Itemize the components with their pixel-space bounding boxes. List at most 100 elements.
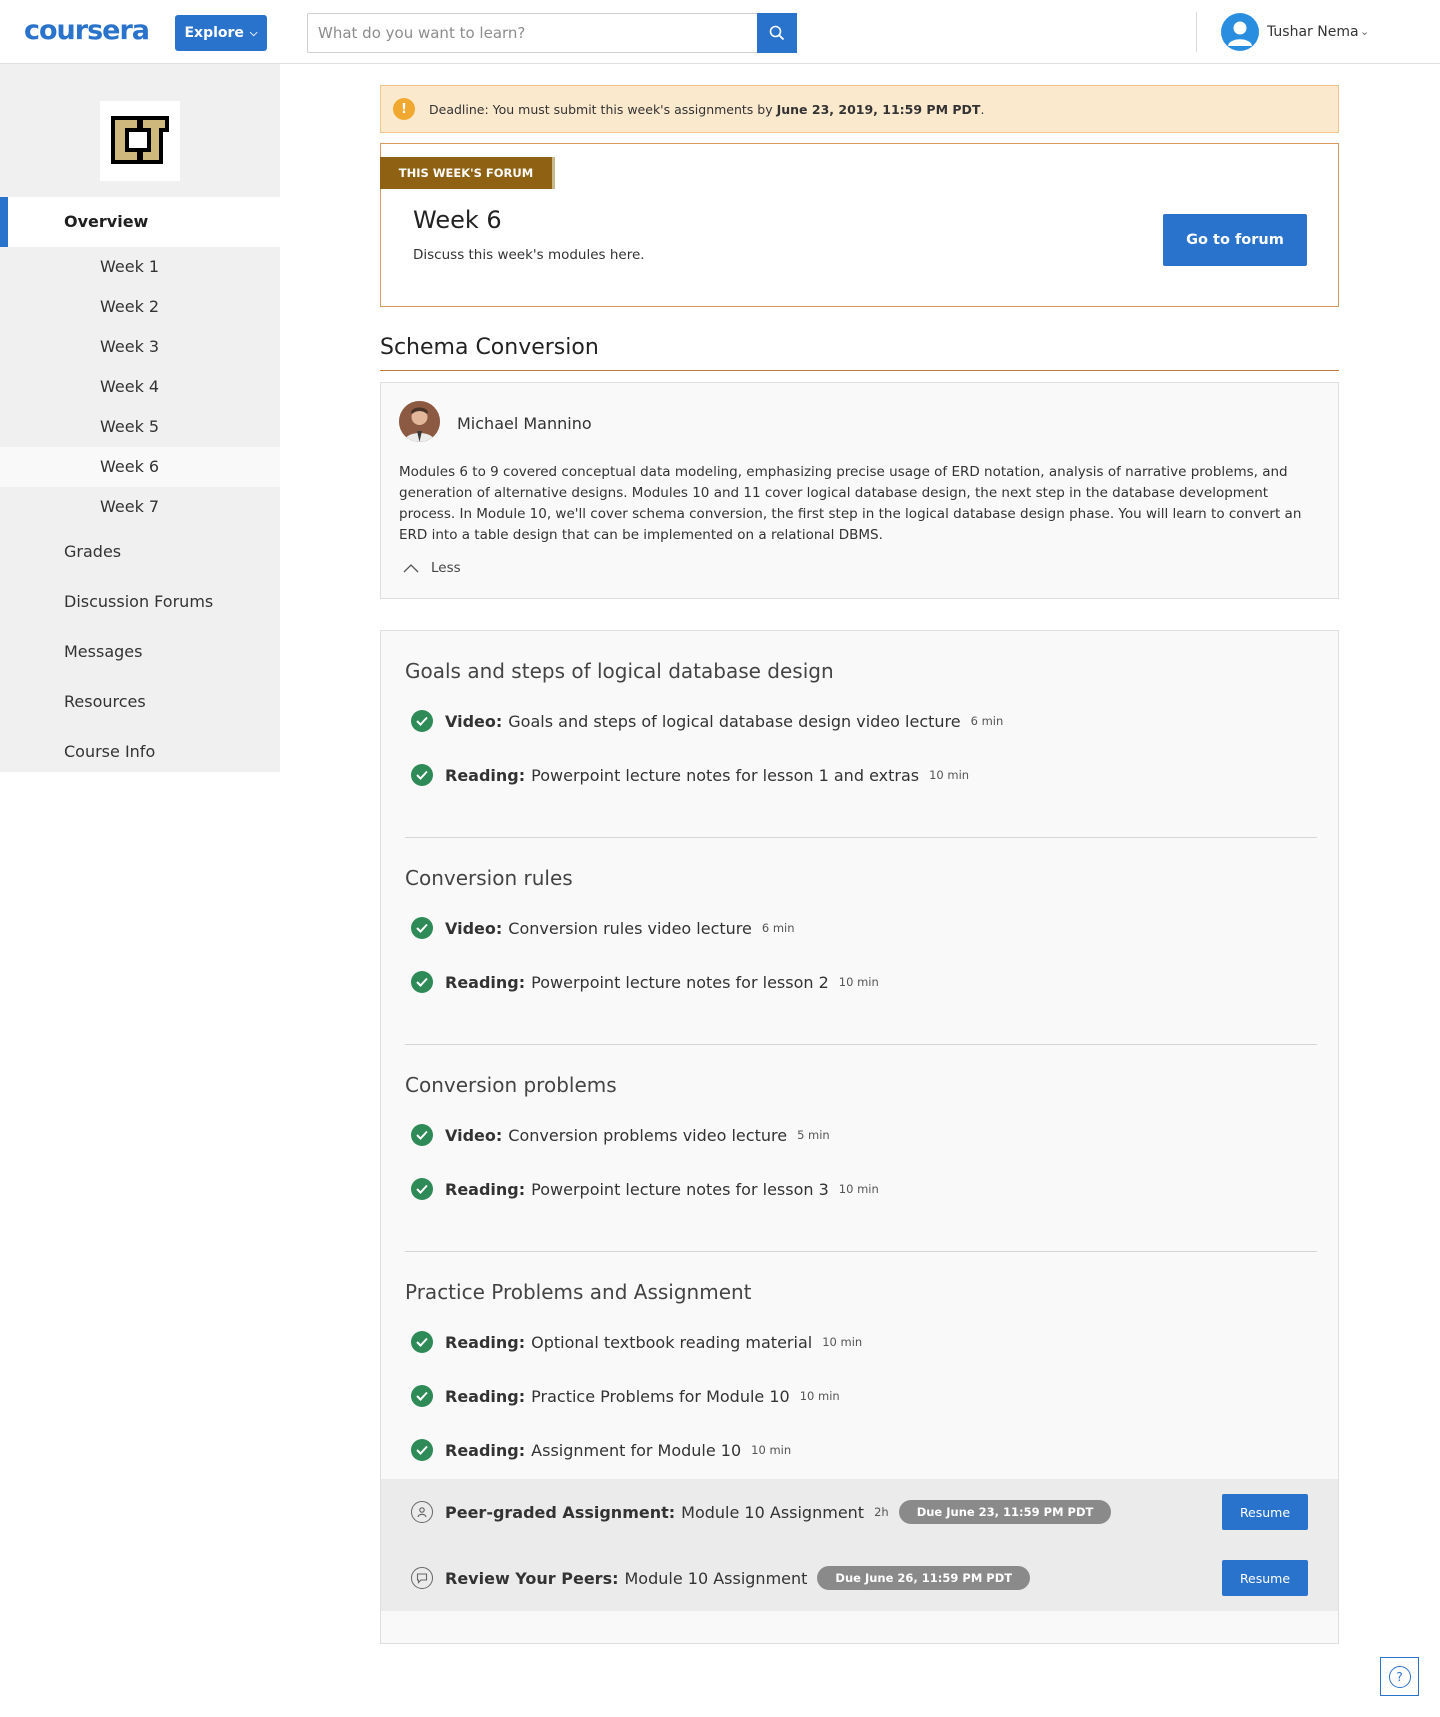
search-bar xyxy=(307,13,797,53)
review-peers-row[interactable]: Review Your Peers: Module 10 Assignment D… xyxy=(381,1545,1338,1611)
completed-check-icon xyxy=(411,971,433,993)
sidebar-item-week-6[interactable]: Week 6 xyxy=(0,447,280,487)
item-type: Reading: xyxy=(445,972,526,992)
peer-graded-assignment-row[interactable]: Peer-graded Assignment: Module 10 Assignm… xyxy=(381,1479,1338,1545)
lesson-item[interactable]: Reading: Powerpoint lecture notes for le… xyxy=(411,763,969,787)
lesson-item[interactable]: Video: Goals and steps of logical databa… xyxy=(411,709,1003,733)
sidebar-item-week-7[interactable]: Week 7 xyxy=(0,487,280,527)
sidebar-item-week-4[interactable]: Week 4 xyxy=(0,367,280,407)
item-duration: 10 min xyxy=(838,975,879,989)
lesson-divider xyxy=(405,1251,1317,1252)
assignment-label[interactable]: Review Your Peers: Module 10 Assignment xyxy=(445,1569,807,1588)
user-avatar[interactable] xyxy=(1221,13,1259,51)
item-type: Reading: xyxy=(445,1386,526,1406)
deadline-text: Deadline: You must submit this week's as… xyxy=(429,102,984,117)
assignment-name: Module 10 Assignment xyxy=(681,1502,865,1522)
help-button[interactable]: ? xyxy=(1380,1657,1419,1696)
coursera-logo[interactable]: coursera xyxy=(24,15,150,46)
module-title: Schema Conversion xyxy=(380,335,599,360)
item-name[interactable]: Conversion problems video lecture xyxy=(508,1126,787,1145)
course-sidebar: Overview Week 1 Week 2 Week 3 Week 4 Wee… xyxy=(0,64,280,772)
deadline-banner: ! Deadline: You must submit this week's … xyxy=(380,85,1339,133)
user-name[interactable]: Tushar Nema xyxy=(1267,24,1359,40)
sidebar-item-week-2[interactable]: Week 2 xyxy=(0,287,280,327)
due-date-badge: Due June 23, 11:59 PM PDT xyxy=(898,1500,1112,1524)
item-name[interactable]: Powerpoint lecture notes for lesson 3 xyxy=(531,1180,829,1199)
instructor-avatar[interactable] xyxy=(399,401,440,442)
sidebar-item-discussion-forums[interactable]: Discussion Forums xyxy=(0,582,280,622)
item-name[interactable]: Practice Problems for Module 10 xyxy=(531,1387,790,1406)
explore-button[interactable]: Explore ⌵ xyxy=(175,15,267,51)
sidebar-item-resources[interactable]: Resources xyxy=(0,682,280,722)
lesson-title: Goals and steps of logical database desi… xyxy=(405,659,834,683)
resume-button[interactable]: Resume xyxy=(1222,1560,1308,1596)
forum-description: Discuss this week's modules here. xyxy=(413,247,645,263)
lesson-divider xyxy=(405,837,1317,838)
forum-ribbon: THIS WEEK'S FORUM xyxy=(380,157,552,189)
sidebar-item-week-5[interactable]: Week 5 xyxy=(0,407,280,447)
lesson-title: Practice Problems and Assignment xyxy=(405,1280,752,1304)
sidebar-item-week-1[interactable]: Week 1 xyxy=(0,247,280,287)
item-duration: 10 min xyxy=(799,1389,840,1403)
item-type: Video: xyxy=(445,918,503,938)
assignment-duration: 2h xyxy=(874,1505,889,1519)
user-menu-chevron-icon[interactable]: ⌄ xyxy=(1360,25,1369,38)
search-button[interactable] xyxy=(757,13,797,53)
lesson-item[interactable]: Reading: Optional textbook reading mater… xyxy=(411,1330,862,1354)
resume-button[interactable]: Resume xyxy=(1222,1494,1308,1530)
item-name[interactable]: Goals and steps of logical database desi… xyxy=(508,712,960,731)
item-type: Reading: xyxy=(445,765,526,785)
weekly-forum-card: THIS WEEK'S FORUM Week 6 Discuss this we… xyxy=(380,143,1339,307)
deadline-date: June 23, 2019, 11:59 PM PDT xyxy=(776,101,981,117)
chevron-down-icon: ⌵ xyxy=(249,27,258,39)
header-divider xyxy=(1196,12,1197,52)
sidebar-item-course-info[interactable]: Course Info xyxy=(0,732,280,772)
user-icon xyxy=(1228,21,1252,46)
sidebar-item-messages[interactable]: Messages xyxy=(0,632,280,672)
completed-check-icon xyxy=(411,1385,433,1407)
lesson-item[interactable]: Reading: Powerpoint lecture notes for le… xyxy=(411,970,879,994)
item-name[interactable]: Assignment for Module 10 xyxy=(531,1441,741,1460)
forum-title: Week 6 xyxy=(413,206,502,234)
top-header: coursera Explore ⌵ Tushar Nema ⌄ xyxy=(0,0,1440,64)
chevron-up-icon xyxy=(403,564,419,573)
peer-graded-icon xyxy=(411,1501,433,1523)
lesson-divider xyxy=(405,1044,1317,1045)
completed-check-icon xyxy=(411,710,433,732)
assignment-type: Peer-graded Assignment: xyxy=(445,1502,676,1522)
lesson-item[interactable]: Reading: Assignment for Module 10 10 min xyxy=(411,1438,791,1462)
sidebar-item-overview[interactable]: Overview xyxy=(0,197,280,247)
item-name[interactable]: Optional textbook reading material xyxy=(531,1333,812,1352)
item-duration: 5 min xyxy=(797,1128,830,1142)
item-type: Reading: xyxy=(445,1332,526,1352)
explore-label: Explore xyxy=(184,25,244,41)
item-name[interactable]: Powerpoint lecture notes for lesson 2 xyxy=(531,973,829,992)
lesson-item[interactable]: Video: Conversion rules video lecture 6 … xyxy=(411,916,795,940)
search-input[interactable] xyxy=(308,14,757,52)
item-name[interactable]: Conversion rules video lecture xyxy=(508,919,752,938)
lesson-item[interactable]: Reading: Powerpoint lecture notes for le… xyxy=(411,1177,879,1201)
warning-icon: ! xyxy=(393,98,415,120)
sidebar-item-week-3[interactable]: Week 3 xyxy=(0,327,280,367)
show-less-toggle[interactable]: Less xyxy=(403,560,461,576)
item-type: Video: xyxy=(445,1125,503,1145)
completed-check-icon xyxy=(411,764,433,786)
help-icon: ? xyxy=(1388,1665,1411,1688)
show-less-label: Less xyxy=(431,560,461,576)
item-duration: 6 min xyxy=(761,921,795,935)
instructor-name[interactable]: Michael Mannino xyxy=(457,414,592,433)
lesson-item[interactable]: Video: Conversion problems video lecture… xyxy=(411,1123,830,1147)
module-intro-card: Michael Mannino Modules 6 to 9 covered c… xyxy=(380,382,1339,599)
review-peers-icon xyxy=(411,1567,433,1589)
completed-check-icon xyxy=(411,1331,433,1353)
go-to-forum-button[interactable]: Go to forum xyxy=(1163,214,1307,266)
sidebar-item-grades[interactable]: Grades xyxy=(0,532,280,572)
completed-check-icon xyxy=(411,1178,433,1200)
item-name[interactable]: Powerpoint lecture notes for lesson 1 an… xyxy=(531,766,919,785)
university-logo-icon xyxy=(107,108,173,174)
lesson-title: Conversion rules xyxy=(405,866,573,890)
deadline-prefix: Deadline: You must submit this week's as… xyxy=(429,101,777,117)
item-duration: 10 min xyxy=(929,768,970,782)
assignment-label[interactable]: Peer-graded Assignment: Module 10 Assignm… xyxy=(445,1503,864,1522)
lesson-item[interactable]: Reading: Practice Problems for Module 10… xyxy=(411,1384,840,1408)
